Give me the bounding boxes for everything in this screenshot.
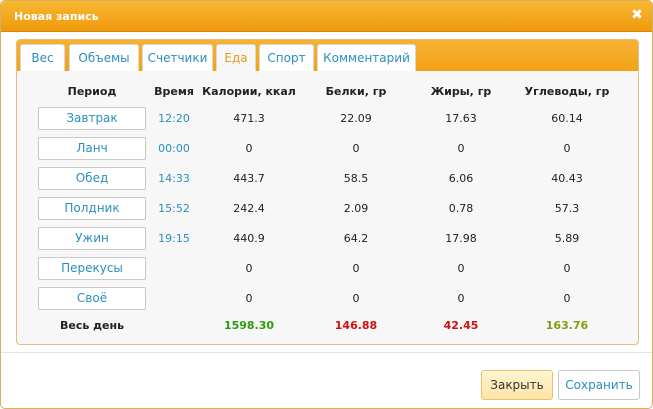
row-protein: 58.5	[343, 172, 369, 185]
tab-food[interactable]: Еда	[216, 44, 256, 71]
row-protein: 0	[352, 262, 360, 275]
row-calories: 443.7	[233, 172, 265, 185]
row-fat: 6.06	[448, 172, 474, 185]
col-header-fat: Жиры, гр	[430, 85, 492, 98]
row-time: 14:33	[158, 172, 190, 185]
tab-bar: Вес Объемы Счетчики Еда Спорт Комментари…	[17, 40, 638, 71]
total-fat: 42.45	[443, 319, 479, 332]
row-calories: 471.3	[233, 112, 265, 125]
close-icon[interactable]: ✖	[630, 8, 644, 22]
row-fat: 0.78	[448, 202, 474, 215]
period-button[interactable]: Полдник	[38, 197, 146, 220]
row-carbs: 0	[563, 262, 571, 275]
row-protein: 2.09	[343, 202, 369, 215]
tab-comment[interactable]: Комментарий	[317, 44, 416, 71]
row-time: 00:00	[158, 142, 190, 155]
close-button[interactable]: Закрыть	[481, 370, 553, 400]
col-header-calories: Калории, ккал	[202, 85, 296, 98]
row-calories: 0	[245, 262, 253, 275]
period-button[interactable]: Ланч	[38, 137, 146, 160]
row-calories: 0	[245, 292, 253, 305]
row-fat: 0	[457, 262, 465, 275]
tab-counters[interactable]: Счетчики	[142, 44, 213, 71]
total-protein: 146.88	[334, 319, 378, 332]
row-protein: 0	[352, 292, 360, 305]
dialog-titlebar: Новая запись ✖	[1, 1, 652, 32]
row-carbs: 5.89	[554, 232, 580, 245]
row-fat: 17.98	[445, 232, 477, 245]
row-protein: 0	[352, 142, 360, 155]
row-carbs: 40.43	[551, 172, 583, 185]
tab-weight[interactable]: Вес	[20, 44, 65, 71]
row-calories: 242.4	[233, 202, 265, 215]
row-carbs: 57.3	[554, 202, 580, 215]
row-calories: 0	[245, 142, 253, 155]
total-calories: 1598.30	[223, 319, 275, 332]
row-fat: 0	[457, 142, 465, 155]
row-time: 15:52	[158, 202, 190, 215]
totals-label: Весь день	[59, 319, 125, 332]
row-calories: 440.9	[233, 232, 265, 245]
period-button[interactable]: Ужин	[38, 227, 146, 250]
footer-divider	[1, 352, 652, 353]
row-protein: 64.2	[343, 232, 369, 245]
col-header-time: Время	[154, 85, 194, 98]
row-carbs: 60.14	[551, 112, 583, 125]
new-entry-dialog: Новая запись ✖ Вес Объемы Счетчики Еда С…	[0, 0, 653, 409]
tab-measurements[interactable]: Объемы	[69, 44, 139, 71]
dialog-title: Новая запись	[14, 10, 99, 23]
period-button[interactable]: Своё	[38, 287, 146, 310]
row-time: 12:20	[158, 112, 190, 125]
col-header-protein: Белки, гр	[325, 85, 387, 98]
col-header-carbs: Углеводы, гр	[524, 85, 610, 98]
tab-sport[interactable]: Спорт	[259, 44, 314, 71]
row-fat: 0	[457, 292, 465, 305]
col-header-period: Период	[67, 85, 117, 98]
period-button[interactable]: Перекусы	[38, 257, 146, 280]
food-table: Период Время Калории, ккал Белки, гр Жир…	[17, 71, 638, 344]
total-carbs: 163.76	[545, 319, 589, 332]
save-button[interactable]: Сохранить	[558, 370, 640, 400]
row-fat: 17.63	[445, 112, 477, 125]
dialog-content: Вес Объемы Счетчики Еда Спорт Комментари…	[16, 39, 639, 345]
row-protein: 22.09	[340, 112, 372, 125]
period-button[interactable]: Завтрак	[38, 107, 146, 130]
row-carbs: 0	[563, 142, 571, 155]
period-button[interactable]: Обед	[38, 167, 146, 190]
row-carbs: 0	[563, 292, 571, 305]
row-time: 19:15	[158, 232, 190, 245]
